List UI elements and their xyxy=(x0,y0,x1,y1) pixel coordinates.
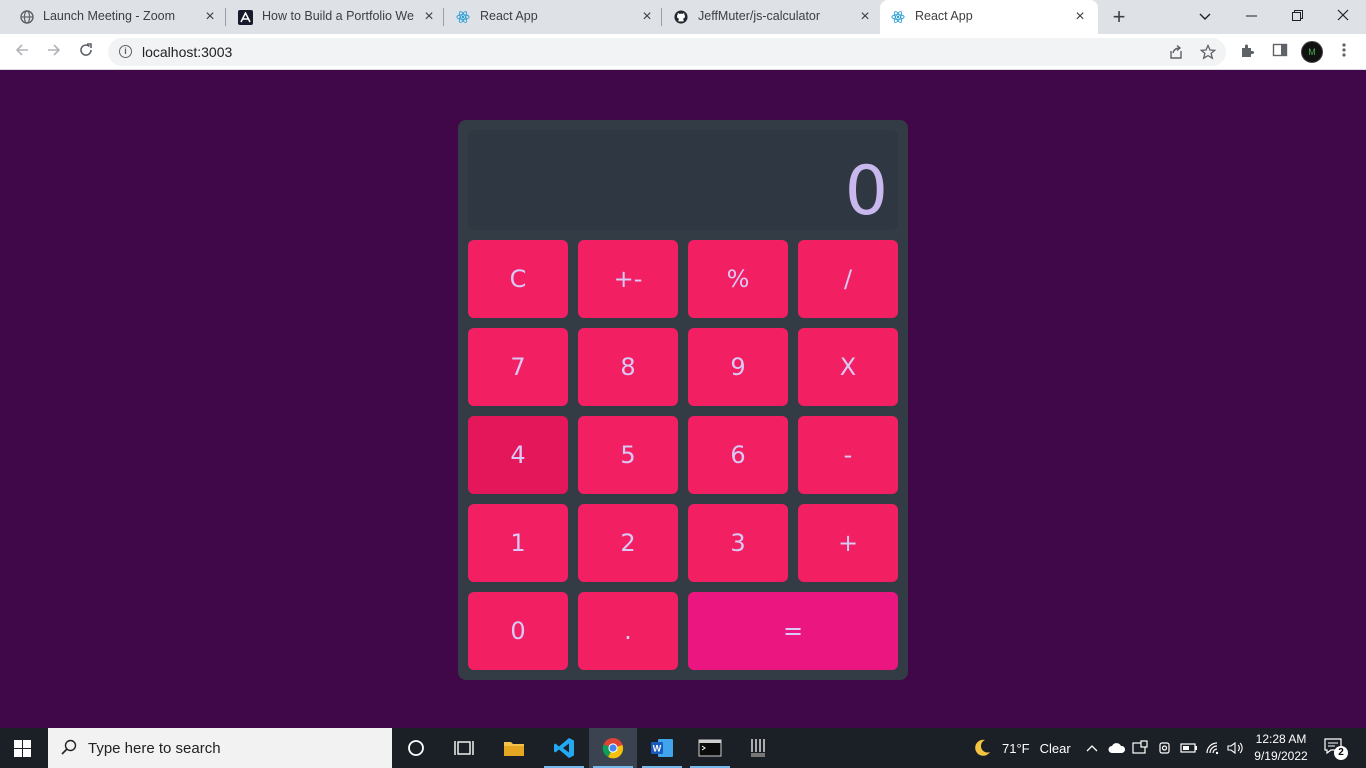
url-text: localhost:3003 xyxy=(142,44,233,60)
volume-icon[interactable] xyxy=(1227,728,1245,768)
digit-6-button[interactable]: 6 xyxy=(688,416,788,494)
taskbar-clock[interactable]: 12:28 AM 9/19/2022 xyxy=(1248,731,1314,765)
close-icon[interactable]: × xyxy=(202,9,218,25)
app-icon[interactable] xyxy=(734,728,782,768)
battery-icon[interactable] xyxy=(1180,728,1198,768)
forward-icon[interactable] xyxy=(44,42,64,62)
taskbar-search-box[interactable]: Type here to search xyxy=(48,728,392,768)
file-explorer-icon[interactable] xyxy=(490,728,538,768)
multiply-button[interactable]: X xyxy=(798,328,898,406)
equals-button[interactable]: = xyxy=(688,592,898,670)
tab-zoom[interactable]: Launch Meeting - Zoom × xyxy=(0,0,226,34)
tab-title: Launch Meeting - Zoom xyxy=(43,9,176,23)
weather-temp: 71°F xyxy=(1002,740,1030,756)
windows-start-icon[interactable] xyxy=(14,740,31,757)
taskbar: Type here to search W 71°F Clear 12:28 A… xyxy=(0,728,1366,768)
digit-4-button[interactable]: 4 xyxy=(468,416,568,494)
cortana-icon[interactable] xyxy=(392,728,440,768)
close-icon[interactable]: × xyxy=(1072,9,1088,25)
site-logo-icon xyxy=(238,10,253,25)
globe-icon xyxy=(20,10,34,24)
terminal-icon[interactable] xyxy=(686,728,734,768)
clear-button[interactable]: C xyxy=(468,240,568,318)
bookmark-star-icon[interactable] xyxy=(1199,43,1217,60)
show-hidden-icons[interactable] xyxy=(1085,728,1099,768)
vscode-icon[interactable] xyxy=(540,728,588,768)
digit-9-button[interactable]: 9 xyxy=(688,328,788,406)
notifications-icon[interactable]: 2 xyxy=(1322,738,1348,760)
browser-toolbar: i localhost:3003 M xyxy=(0,34,1366,70)
close-icon[interactable]: × xyxy=(639,9,655,25)
security-icon[interactable] xyxy=(1132,728,1148,768)
digit-0-button[interactable]: 0 xyxy=(468,592,568,670)
weather-widget[interactable]: 71°F Clear xyxy=(972,728,1071,768)
toggle-sign-button[interactable]: +- xyxy=(578,240,678,318)
svg-text:W: W xyxy=(653,744,662,754)
minimize-icon[interactable] xyxy=(1241,6,1261,26)
reload-icon[interactable] xyxy=(76,42,96,62)
tab-portfolio[interactable]: How to Build a Portfolio Web × xyxy=(226,0,444,34)
digit-7-button[interactable]: 7 xyxy=(468,328,568,406)
share-icon[interactable] xyxy=(1168,44,1184,60)
clock-date: 9/19/2022 xyxy=(1254,749,1308,763)
menu-kebab-icon[interactable] xyxy=(1334,42,1354,62)
word-icon[interactable]: W xyxy=(638,728,686,768)
close-icon[interactable]: × xyxy=(421,9,437,25)
digit-2-button[interactable]: 2 xyxy=(578,504,678,582)
restore-icon[interactable] xyxy=(1287,6,1307,26)
decimal-button[interactable]: . xyxy=(578,592,678,670)
github-icon xyxy=(674,10,688,24)
meet-icon[interactable] xyxy=(1157,728,1173,768)
tab-title: React App xyxy=(480,9,538,23)
moon-icon xyxy=(972,738,992,758)
divide-button[interactable]: / xyxy=(798,240,898,318)
tab-search-icon[interactable] xyxy=(1195,6,1215,26)
notification-count-badge: 2 xyxy=(1334,746,1348,760)
percent-button[interactable]: % xyxy=(688,240,788,318)
wifi-icon[interactable] xyxy=(1205,728,1223,768)
weather-condition: Clear xyxy=(1039,740,1071,756)
extensions-icon[interactable] xyxy=(1238,42,1258,62)
address-bar[interactable]: i localhost:3003 xyxy=(108,38,1226,66)
tab-title: JeffMuter/js-calculator xyxy=(698,9,821,23)
search-placeholder: Type here to search xyxy=(88,740,221,757)
close-icon[interactable]: × xyxy=(857,9,873,25)
tab-github[interactable]: JeffMuter/js-calculator × xyxy=(662,0,880,34)
digit-3-button[interactable]: 3 xyxy=(688,504,788,582)
new-tab-button[interactable]: + xyxy=(1110,6,1128,28)
profile-avatar[interactable]: M xyxy=(1301,41,1323,63)
back-icon[interactable] xyxy=(12,42,32,62)
site-info-icon[interactable]: i xyxy=(119,45,132,58)
display-value: 0 xyxy=(844,152,888,231)
tab-strip: Launch Meeting - Zoom × How to Build a P… xyxy=(0,0,1366,34)
task-view-icon[interactable] xyxy=(440,728,488,768)
subtract-button[interactable]: - xyxy=(798,416,898,494)
onedrive-icon[interactable] xyxy=(1108,728,1126,768)
calculator-display: 0 xyxy=(468,130,898,231)
react-icon xyxy=(891,10,905,24)
digit-1-button[interactable]: 1 xyxy=(468,504,568,582)
tab-title: React App xyxy=(915,9,973,23)
search-icon xyxy=(60,738,78,760)
add-button[interactable]: + xyxy=(798,504,898,582)
calculator: 0 C +- % / 7 8 9 X 4 5 6 - 1 2 3 + 0 . = xyxy=(458,120,908,680)
tab-react-app-active[interactable]: React App × xyxy=(880,0,1098,34)
digit-8-button[interactable]: 8 xyxy=(578,328,678,406)
close-window-icon[interactable] xyxy=(1333,6,1353,26)
clock-time: 12:28 AM xyxy=(1255,732,1307,746)
chrome-icon[interactable] xyxy=(589,728,637,768)
tab-title: How to Build a Portfolio Web xyxy=(262,9,414,23)
side-panel-icon[interactable] xyxy=(1270,42,1290,62)
react-icon xyxy=(456,10,470,24)
tab-react-app[interactable]: React App × xyxy=(444,0,662,34)
digit-5-button[interactable]: 5 xyxy=(578,416,678,494)
